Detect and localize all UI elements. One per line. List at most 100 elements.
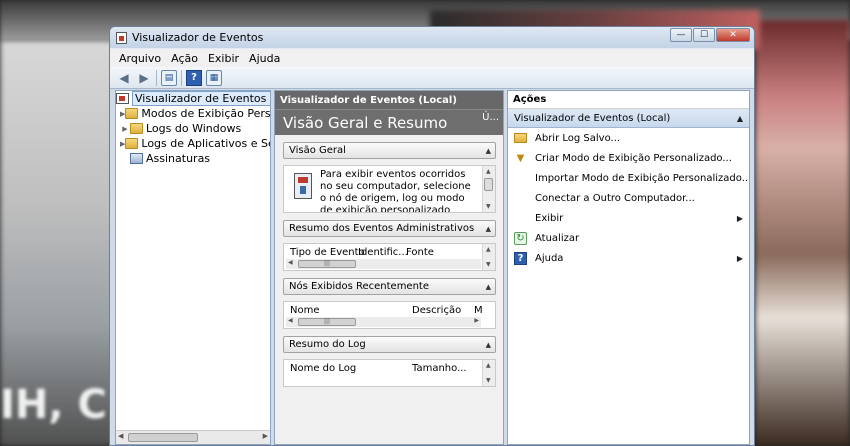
maximize-button[interactable]: ☐ xyxy=(693,28,715,42)
section-admin-summary: Resumo dos Eventos Administrativos ▲ Tip… xyxy=(283,220,496,271)
action-view[interactable]: Exibir ▶ xyxy=(508,208,749,228)
column-header[interactable]: Nome xyxy=(290,305,412,316)
folder-icon xyxy=(125,108,139,119)
column-header[interactable]: Identific... xyxy=(358,247,408,258)
tree-item-label: Logs de Aplicativos e Serviços xyxy=(141,137,270,150)
scroll-up-icon[interactable]: ▲ xyxy=(486,362,491,369)
scrollbar-thumb[interactable]: ||| xyxy=(298,260,356,268)
action-connect-computer[interactable]: Conectar a Outro Computador... xyxy=(508,188,749,208)
folder-icon xyxy=(130,123,143,134)
tree-item-custom-views[interactable]: ▶ Modos de Exibição Personalizados xyxy=(116,106,270,121)
action-pane-icon[interactable]: ▦ xyxy=(206,69,222,86)
scroll-left-icon[interactable]: ◀ xyxy=(288,259,293,266)
actions-group-header[interactable]: Visualizador de Eventos (Local) ▲ xyxy=(508,109,749,128)
log-summary-grid: Nome do Log Tamanho... ▲ ▼ xyxy=(283,359,496,387)
scroll-right-icon[interactable]: ▶ xyxy=(474,317,479,324)
scrollbar-thumb[interactable]: ||| xyxy=(298,318,356,326)
column-header[interactable]: Fonte xyxy=(406,247,446,258)
section-title: Nós Exibidos Recentemente xyxy=(289,281,429,292)
column-header[interactable]: Nome do Log xyxy=(290,363,412,374)
section-header[interactable]: Resumo do Log ▲ xyxy=(283,336,496,353)
section-title: Resumo do Log xyxy=(289,339,366,350)
action-label: Exibir xyxy=(535,212,564,224)
section-log-summary: Resumo do Log ▲ Nome do Log Tamanho... ▲… xyxy=(283,336,496,387)
column-header[interactable]: Descrição xyxy=(412,305,474,316)
collapse-icon[interactable]: ▲ xyxy=(486,147,491,155)
tree-item-subscriptions[interactable]: Assinaturas xyxy=(116,151,270,166)
open-log-icon xyxy=(514,133,527,143)
back-arrow-icon[interactable]: ◀ xyxy=(116,70,132,86)
scrollbar-thumb[interactable] xyxy=(484,178,493,191)
section-title: Resumo dos Eventos Administrativos xyxy=(289,223,475,234)
tree-horizontal-scrollbar[interactable]: ◀ ▶ xyxy=(116,430,270,444)
tree-item-local[interactable]: Visualizador de Eventos (Local) xyxy=(116,91,270,106)
collapse-icon[interactable]: ▲ xyxy=(737,114,743,123)
scroll-left-icon[interactable]: ◀ xyxy=(288,317,293,324)
subscriptions-icon xyxy=(130,153,143,164)
expand-arrow-icon[interactable]: ▶ xyxy=(120,125,130,133)
pane-header: Visualizador de Eventos (Local) xyxy=(275,91,503,109)
tree-item-windows-logs[interactable]: ▶ Logs do Windows xyxy=(116,121,270,136)
toolbar: ◀ ▶ ▤ ? ▦ xyxy=(110,67,754,89)
recent-nodes-grid: Nome Descrição M ◀ ||| ▶ xyxy=(283,301,496,329)
menu-exibir[interactable]: Exibir xyxy=(203,52,244,65)
tree-item-app-service-logs[interactable]: ▶ Logs de Aplicativos e Serviços xyxy=(116,136,270,151)
action-label: Ajuda xyxy=(535,252,564,264)
background-blur-right xyxy=(755,20,850,446)
overview-pane: Visualizador de Eventos (Local) Visão Ge… xyxy=(274,90,504,445)
action-label: Importar Modo de Exibição Personalizado.… xyxy=(535,172,750,184)
scroll-right-icon[interactable]: ▶ xyxy=(263,432,268,440)
event-viewer-icon xyxy=(116,31,127,44)
tree-item-label: Assinaturas xyxy=(146,152,211,165)
section-header[interactable]: Resumo dos Eventos Administrativos ▲ xyxy=(283,220,496,237)
scrollbar-thumb[interactable] xyxy=(128,433,198,442)
event-viewer-icon xyxy=(294,173,312,199)
title-bar[interactable]: Visualizador de Eventos — ☐ ✕ xyxy=(110,27,754,48)
forward-arrow-icon[interactable]: ▶ xyxy=(136,70,152,86)
section-header[interactable]: Nós Exibidos Recentemente ▲ xyxy=(283,278,496,295)
submenu-arrow-icon: ▶ xyxy=(736,213,743,223)
collapse-icon[interactable]: ▲ xyxy=(486,283,491,291)
background-text: IH, C xyxy=(0,382,107,428)
toolbar-separator xyxy=(181,69,182,86)
menu-ajuda[interactable]: Ajuda xyxy=(244,52,285,65)
tree-item-label: Visualizador de Eventos (Local) xyxy=(132,91,270,106)
section-header[interactable]: Visão Geral ▲ xyxy=(283,142,496,159)
menu-acao[interactable]: Ação xyxy=(166,52,203,65)
scroll-left-icon[interactable]: ◀ xyxy=(118,432,123,440)
scroll-up-icon[interactable]: ▲ xyxy=(486,246,491,253)
action-create-custom-view[interactable]: ▼ Criar Modo de Exibição Personalizado..… xyxy=(508,148,749,168)
vertical-scrollbar[interactable]: ▲ ▼ xyxy=(482,244,495,270)
action-open-saved-log[interactable]: Abrir Log Salvo... xyxy=(508,128,749,148)
scroll-up-icon[interactable]: ▲ xyxy=(486,168,491,175)
action-label: Atualizar xyxy=(535,232,580,244)
collapse-icon[interactable]: ▲ xyxy=(486,341,491,349)
tree-item-label: Logs do Windows xyxy=(146,122,242,135)
action-import-custom-view[interactable]: Importar Modo de Exibição Personalizado.… xyxy=(508,168,749,188)
window-title: Visualizador de Eventos xyxy=(132,31,264,44)
banner-more: Ú... xyxy=(482,112,499,123)
minimize-button[interactable]: — xyxy=(670,28,692,42)
overview-body: Para exibir eventos ocorridos no seu com… xyxy=(283,165,496,213)
console-tree-icon[interactable]: ▤ xyxy=(161,69,177,86)
horizontal-scrollbar[interactable]: ◀ ||| xyxy=(286,259,481,269)
action-refresh[interactable]: ↻ Atualizar xyxy=(508,228,749,248)
event-viewer-icon xyxy=(116,93,129,104)
action-help[interactable]: ? Ajuda ▶ xyxy=(508,248,749,268)
menu-arquivo[interactable]: Arquivo xyxy=(114,52,166,65)
overview-banner: Visão Geral e Resumo Ú... xyxy=(275,109,503,135)
vertical-scrollbar[interactable]: ▲ ▼ xyxy=(482,166,495,212)
column-header[interactable]: M xyxy=(474,305,484,316)
horizontal-scrollbar[interactable]: ◀ ||| ▶ xyxy=(286,317,481,327)
scroll-down-icon[interactable]: ▼ xyxy=(486,261,491,268)
collapse-icon[interactable]: ▲ xyxy=(486,225,491,233)
close-button[interactable]: ✕ xyxy=(716,28,750,42)
column-header[interactable]: Tipo de Evento xyxy=(290,247,365,258)
help-icon[interactable]: ? xyxy=(186,69,202,86)
event-viewer-window: Visualizador de Eventos — ☐ ✕ Arquivo Aç… xyxy=(109,26,755,446)
actions-header: Ações xyxy=(508,91,749,109)
scroll-down-icon[interactable]: ▼ xyxy=(486,377,491,384)
vertical-scrollbar[interactable]: ▲ ▼ xyxy=(482,360,495,386)
scroll-down-icon[interactable]: ▼ xyxy=(486,203,491,210)
column-header[interactable]: Tamanho... xyxy=(412,363,472,374)
